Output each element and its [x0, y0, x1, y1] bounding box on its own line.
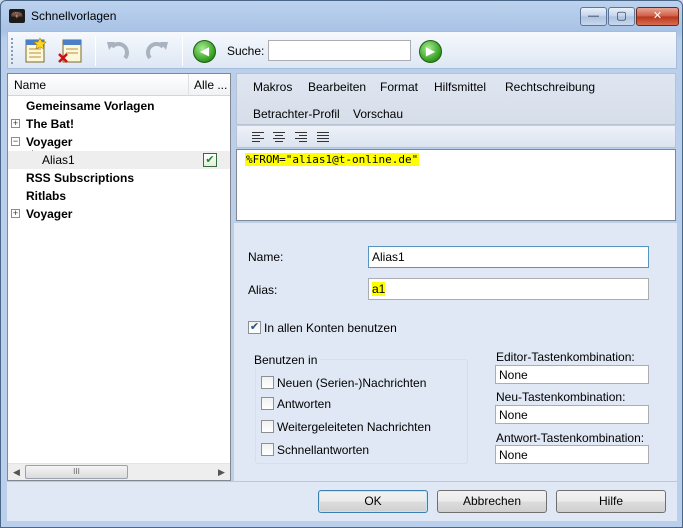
- main-window: 🦇 Schnellvorlagen — ▢ ✕ ◀ Suche: ▶ Name …: [0, 0, 683, 528]
- editor-shortcut-field[interactable]: None: [495, 365, 649, 384]
- tree-item-the-bat[interactable]: + The Bat!: [8, 115, 230, 133]
- tree-item-label: Gemeinsame Vorlagen: [26, 99, 155, 113]
- tree-item-label: Voyager: [26, 207, 73, 221]
- menu-vorschau[interactable]: Vorschau: [353, 107, 403, 121]
- toolbar-separator: [95, 36, 96, 66]
- template-tree[interactable]: Name Alle ... Gemeinsame Vorlagen + The …: [7, 73, 231, 481]
- forwarded-label[interactable]: Weitergeleiteten Nachrichten: [277, 420, 431, 434]
- all-accounts-label[interactable]: In allen Konten benutzen: [264, 321, 397, 335]
- tree-item-voyager[interactable]: − Voyager: [8, 133, 230, 151]
- column-header-all[interactable]: Alle ...: [194, 78, 227, 92]
- new-template-icon: [25, 37, 47, 63]
- use-in-title: Benutzen in: [251, 353, 321, 367]
- tree-item-label: The Bat!: [26, 117, 74, 131]
- format-toolbar: [236, 126, 676, 148]
- template-text-editor[interactable]: %FROM="alias1@t-online.de": [236, 149, 676, 221]
- align-left-icon[interactable]: [249, 129, 267, 145]
- align-justify-icon[interactable]: [314, 129, 332, 145]
- menu-hilfsmittel[interactable]: Hilfsmittel: [434, 80, 486, 94]
- next-icon[interactable]: ▶: [419, 40, 442, 63]
- delete-template-button[interactable]: [56, 36, 86, 66]
- new-shortcut-field[interactable]: None: [495, 405, 649, 424]
- scroll-left-icon[interactable]: ◀: [8, 464, 25, 480]
- scroll-thumb[interactable]: III: [25, 465, 128, 479]
- template-content: %FROM="alias1@t-online.de": [245, 153, 420, 166]
- editor-shortcut-label: Editor-Tastenkombination:: [496, 350, 635, 364]
- toolbar: ◀ Suche: ▶: [7, 31, 677, 69]
- collapse-icon[interactable]: −: [11, 137, 20, 146]
- alias-label: Alias:: [248, 283, 278, 297]
- tree-item-voyager-2[interactable]: + Voyager: [8, 205, 230, 223]
- cancel-button[interactable]: Abbrechen: [437, 490, 547, 513]
- tree-item-rss-subscriptions[interactable]: RSS Subscriptions: [8, 169, 230, 187]
- menu-makros[interactable]: Makros: [253, 80, 292, 94]
- toolbar-grip[interactable]: [11, 38, 14, 64]
- undo-icon: [107, 42, 129, 60]
- checked-icon[interactable]: ✔: [203, 153, 217, 167]
- name-field[interactable]: Alias1: [368, 246, 649, 268]
- new-template-button[interactable]: [20, 36, 50, 66]
- app-icon: 🦇: [9, 9, 25, 23]
- tree-item-ritlabs[interactable]: Ritlabs: [8, 187, 230, 205]
- alias-field[interactable]: a1: [368, 278, 649, 300]
- tree-item-label: RSS Subscriptions: [26, 171, 135, 185]
- menu-rechtschreibung[interactable]: Rechtschreibung: [505, 80, 595, 94]
- quick-replies-label[interactable]: Schnellantworten: [277, 443, 369, 457]
- tree-item-alias1[interactable]: Alias1 ✔: [8, 151, 230, 169]
- horizontal-scrollbar[interactable]: ◀ III ▶: [8, 463, 230, 480]
- help-button[interactable]: Hilfe: [556, 490, 666, 513]
- all-accounts-checkbox[interactable]: ✔: [248, 321, 261, 334]
- dialog-button-bar: OK Abbrechen Hilfe: [7, 481, 677, 521]
- title-bar[interactable]: 🦇 Schnellvorlagen — ▢ ✕: [1, 1, 682, 31]
- forwarded-checkbox[interactable]: [261, 420, 274, 433]
- tree-item-label: Voyager: [26, 135, 73, 149]
- menu-bearbeiten[interactable]: Bearbeiten: [308, 80, 366, 94]
- menu-betrachter-profil[interactable]: Betrachter-Profil: [253, 107, 340, 121]
- expand-icon[interactable]: +: [11, 209, 20, 218]
- close-button[interactable]: ✕: [636, 7, 679, 26]
- ok-button[interactable]: OK: [318, 490, 428, 513]
- tree-item-gemeinsame-vorlagen[interactable]: Gemeinsame Vorlagen: [8, 97, 230, 115]
- minimize-button[interactable]: —: [580, 7, 607, 26]
- toolbar-separator: [182, 36, 183, 66]
- redo-button[interactable]: [142, 36, 172, 66]
- maximize-button[interactable]: ▢: [608, 7, 635, 26]
- new-messages-checkbox[interactable]: [261, 376, 274, 389]
- new-shortcut-label: Neu-Tastenkombination:: [496, 390, 626, 404]
- menu-format[interactable]: Format: [380, 80, 418, 94]
- delete-template-icon: [58, 39, 82, 63]
- align-center-icon[interactable]: [270, 129, 288, 145]
- quick-replies-checkbox[interactable]: [261, 443, 274, 456]
- replies-checkbox[interactable]: [261, 397, 274, 410]
- tree-header: Name Alle ...: [8, 74, 230, 96]
- column-divider[interactable]: [188, 74, 189, 96]
- expand-icon[interactable]: +: [11, 119, 20, 128]
- search-label: Suche:: [227, 44, 265, 58]
- align-right-icon[interactable]: [292, 129, 310, 145]
- undo-button[interactable]: [103, 36, 133, 66]
- reply-shortcut-label: Antwort-Tastenkombination:: [496, 431, 645, 445]
- replies-label[interactable]: Antworten: [277, 397, 331, 411]
- scroll-right-icon[interactable]: ▶: [213, 464, 230, 480]
- editor-menubar: Makros Bearbeiten Format Hilfsmittel Rec…: [236, 73, 676, 125]
- template-editor: Makros Bearbeiten Format Hilfsmittel Rec…: [234, 71, 676, 221]
- redo-icon: [146, 42, 168, 60]
- tree-item-label: Ritlabs: [26, 189, 67, 203]
- window-title: Schnellvorlagen: [31, 9, 117, 23]
- previous-icon[interactable]: ◀: [193, 40, 216, 63]
- reply-shortcut-field[interactable]: None: [495, 445, 649, 464]
- name-label: Name:: [248, 250, 284, 264]
- new-messages-label[interactable]: Neuen (Serien-)Nachrichten: [277, 376, 426, 390]
- column-header-name[interactable]: Name: [14, 78, 46, 92]
- alias-value: a1: [372, 282, 386, 296]
- properties-form: Name: Alias1 Alias: a1 ✔ In allen Konten…: [236, 229, 676, 481]
- tree-item-label: Alias1: [42, 153, 75, 167]
- search-input[interactable]: [268, 40, 411, 61]
